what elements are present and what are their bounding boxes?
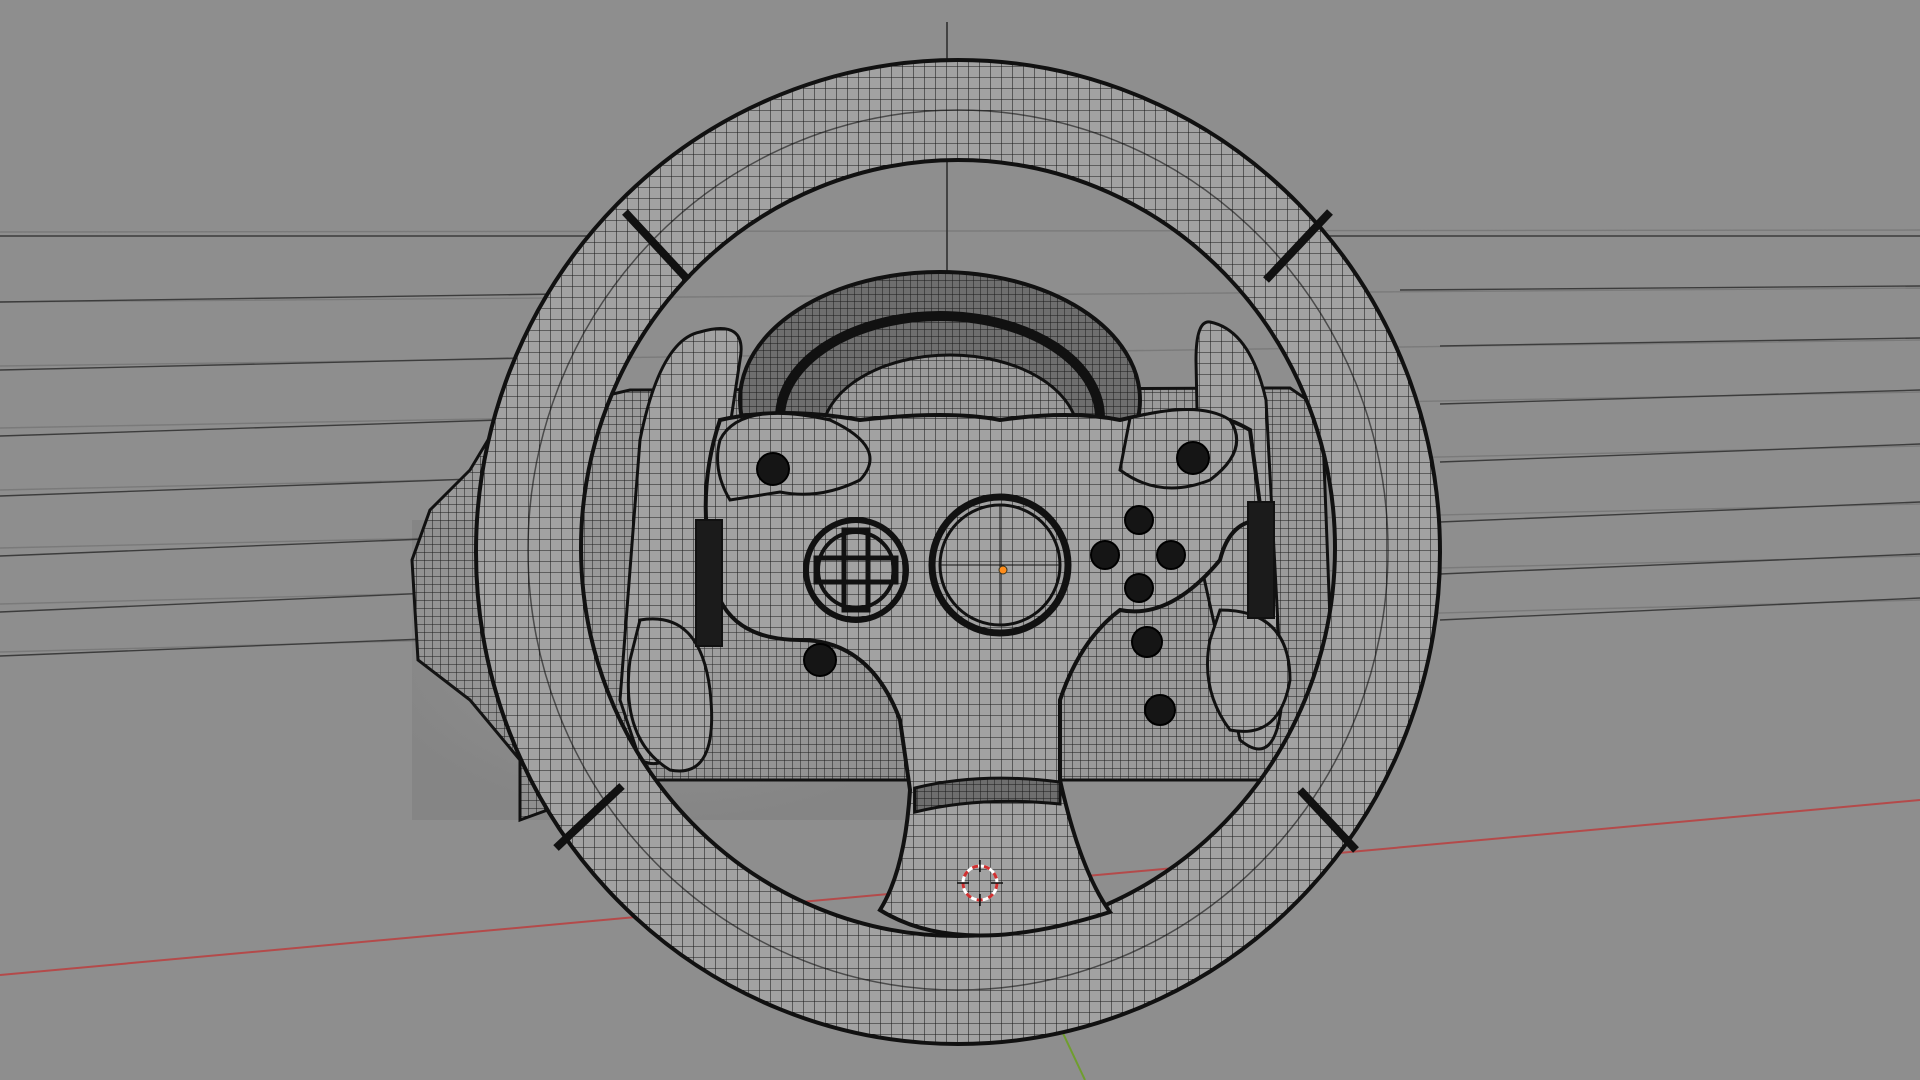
lower-right-button-2[interactable] (1144, 694, 1176, 726)
face-button-top[interactable] (1124, 505, 1154, 535)
lower-right-button-1[interactable] (1131, 626, 1163, 658)
object-origin-icon[interactable] (998, 565, 1008, 575)
right-spoke-connector (1247, 501, 1275, 619)
viewport-canvas[interactable] (0, 0, 1920, 1080)
left-wing-button[interactable] (756, 452, 790, 486)
right-wing-button[interactable] (1176, 441, 1210, 475)
lower-left-button[interactable] (803, 643, 837, 677)
dpad-button[interactable] (803, 517, 909, 623)
3d-viewport[interactable] (0, 0, 1920, 1080)
face-button-left[interactable] (1090, 540, 1120, 570)
face-button-bottom[interactable] (1124, 573, 1154, 603)
face-button-right[interactable] (1156, 540, 1186, 570)
left-spoke-connector (695, 519, 723, 647)
center-logo-disc[interactable] (928, 493, 1072, 637)
